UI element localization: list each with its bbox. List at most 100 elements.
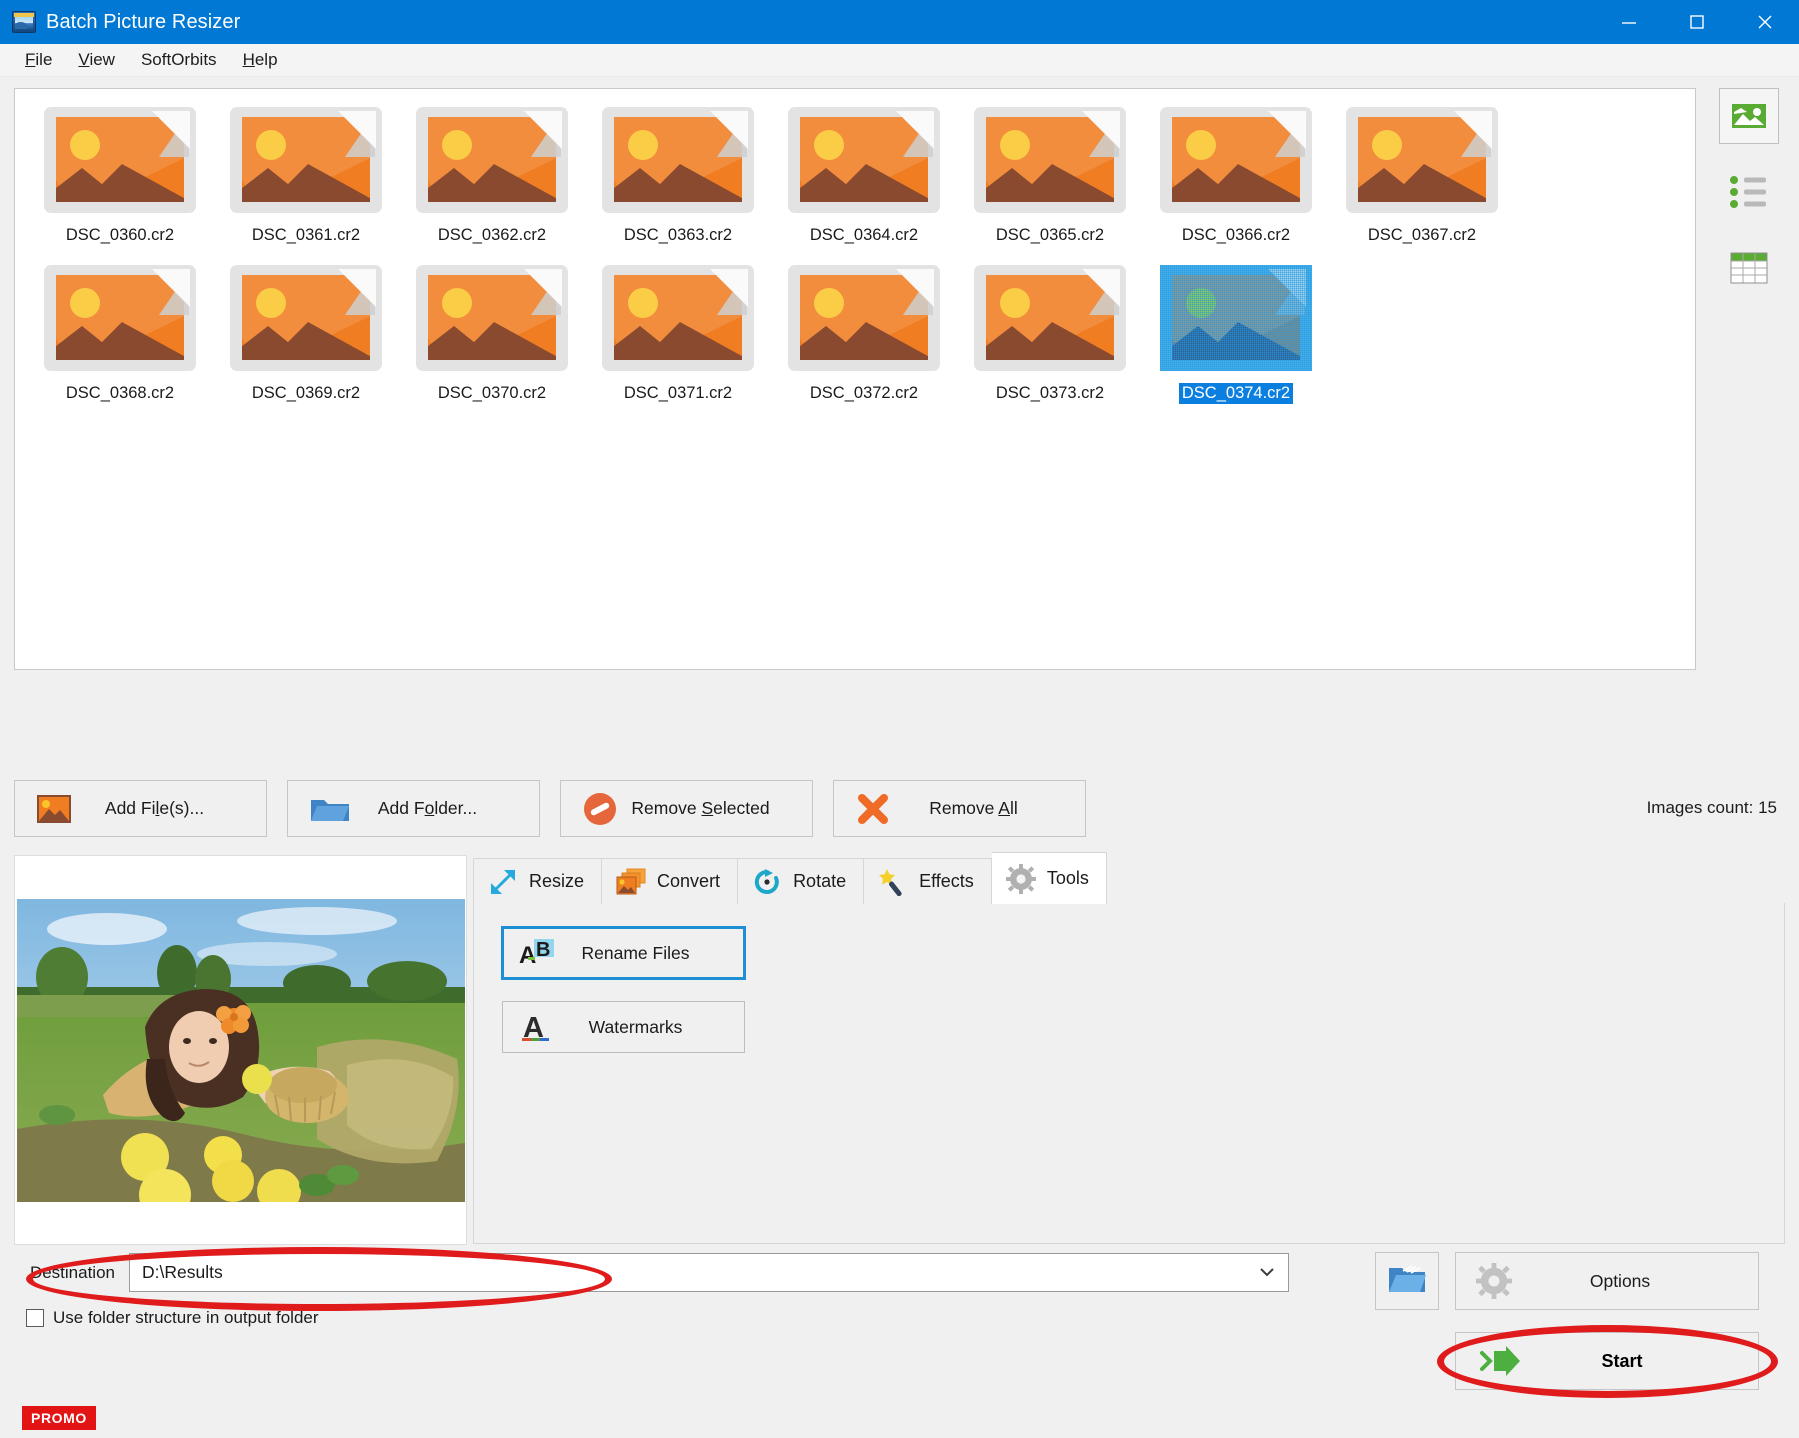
list-view-icon[interactable]	[1719, 164, 1779, 220]
thumbnail-filename: DSC_0361.cr2	[249, 225, 363, 246]
tools-tab-body: A B Rename Files A Watermarks	[473, 903, 1785, 1244]
thumbnail-filename: DSC_0371.cr2	[621, 383, 735, 404]
thumbnail-item[interactable]: DSC_0361.cr2	[213, 101, 399, 259]
image-placeholder-icon	[410, 263, 574, 373]
close-icon[interactable]	[1731, 0, 1799, 44]
image-placeholder-icon	[224, 105, 388, 215]
destination-input[interactable]: D:\Results	[129, 1253, 1289, 1292]
red-x-icon	[856, 792, 890, 826]
thumbnail-item[interactable]: DSC_0360.cr2	[27, 101, 213, 259]
watermarks-button[interactable]: A Watermarks	[502, 1001, 745, 1053]
thumbnail-item[interactable]: DSC_0362.cr2	[399, 101, 585, 259]
image-placeholder-icon	[1154, 105, 1318, 215]
minimize-icon[interactable]	[1595, 0, 1663, 44]
remove-all-button[interactable]: Remove All	[833, 780, 1086, 837]
convert-images-icon	[615, 867, 647, 897]
use-folder-structure-checkbox[interactable]	[26, 1309, 44, 1327]
settings-tabs-pane: Resize Convert R	[473, 855, 1785, 1245]
image-placeholder-icon	[968, 105, 1132, 215]
chevron-down-icon[interactable]	[1256, 1261, 1278, 1288]
browse-destination-button[interactable]	[1375, 1252, 1439, 1310]
details-view-icon[interactable]	[1719, 240, 1779, 296]
thumbnail-filename: DSC_0362.cr2	[435, 225, 549, 246]
thumbnail-item[interactable]: DSC_0371.cr2	[585, 259, 771, 417]
thumbnail-filename: DSC_0365.cr2	[993, 225, 1107, 246]
image-placeholder-icon	[224, 263, 388, 373]
remove-selected-button[interactable]: Remove Selected	[560, 780, 813, 837]
thumbnail-item[interactable]: DSC_0373.cr2	[957, 259, 1143, 417]
thumbnail-list-panel[interactable]: DSC_0360.cr2 DSC_0361.cr2 DSC_0362.cr2 DSC_…	[14, 88, 1696, 670]
image-placeholder-icon-selected	[1154, 263, 1318, 373]
menu-bar: File View SoftOrbits Help	[0, 44, 1799, 77]
view-mode-strip	[1713, 88, 1785, 316]
gear-icon	[1005, 864, 1037, 894]
thumbnail-filename: DSC_0373.cr2	[993, 383, 1107, 404]
thumbnail-item[interactable]: DSC_0369.cr2	[213, 259, 399, 417]
file-actions-toolbar: Add File(s)... Add Folder... Remove Sele…	[14, 780, 1086, 837]
menu-item-file[interactable]: File	[12, 47, 65, 73]
image-icon	[37, 795, 71, 823]
svg-text:B: B	[536, 939, 550, 961]
rename-ab-icon: A B	[519, 937, 555, 969]
destination-row: Destination D:\Results	[14, 1253, 1289, 1292]
image-placeholder-icon	[1340, 105, 1504, 215]
destination-value: D:\Results	[130, 1262, 223, 1283]
tab-rotate[interactable]: Rotate	[738, 858, 864, 904]
thumbnail-filename: DSC_0372.cr2	[807, 383, 921, 404]
tab-tools-label: Tools	[1047, 868, 1089, 889]
thumbnail-filename: DSC_0368.cr2	[63, 383, 177, 404]
tab-strip: Resize Convert R	[473, 855, 1785, 904]
start-button[interactable]: Start	[1455, 1332, 1759, 1390]
rotate-icon	[751, 867, 783, 897]
maximize-icon[interactable]	[1663, 0, 1731, 44]
image-placeholder-icon	[782, 263, 946, 373]
thumbnail-item[interactable]: DSC_0370.cr2	[399, 259, 585, 417]
options-button[interactable]: Options	[1455, 1252, 1759, 1310]
thumbnail-item[interactable]: DSC_0364.cr2	[771, 101, 957, 259]
image-preview-pane	[14, 855, 467, 1245]
image-placeholder-icon	[38, 263, 202, 373]
thumbnail-item[interactable]: DSC_0368.cr2	[27, 259, 213, 417]
svg-text:A: A	[519, 942, 536, 969]
folder-icon	[310, 794, 350, 824]
tab-resize[interactable]: Resize	[473, 858, 602, 904]
add-files-button[interactable]: Add File(s)...	[14, 780, 267, 837]
thumbnail-filename: DSC_0360.cr2	[63, 225, 177, 246]
image-placeholder-icon	[410, 105, 574, 215]
images-count-label: Images count: 15	[1647, 798, 1777, 818]
menu-item-help[interactable]: Help	[230, 47, 291, 73]
tab-convert[interactable]: Convert	[602, 858, 738, 904]
thumbnail-filename: DSC_0364.cr2	[807, 225, 921, 246]
thumbnail-filename: DSC_0366.cr2	[1179, 225, 1293, 246]
thumbnail-item[interactable]: DSC_0374.cr2	[1143, 259, 1329, 417]
promo-badge[interactable]: PROMO	[22, 1406, 96, 1430]
image-placeholder-icon	[782, 105, 946, 215]
thumbnail-filename: DSC_0367.cr2	[1365, 225, 1479, 246]
rename-files-button[interactable]: A B Rename Files	[502, 927, 745, 979]
image-placeholder-icon	[596, 263, 760, 373]
window-title: Batch Picture Resizer	[46, 11, 240, 34]
resize-arrows-icon	[487, 867, 519, 897]
image-placeholder-icon	[596, 105, 760, 215]
tab-rotate-label: Rotate	[793, 871, 846, 892]
thumbnail-filename: DSC_0374.cr2	[1179, 383, 1293, 404]
tab-tools[interactable]: Tools	[992, 852, 1107, 904]
thumbnail-item[interactable]: DSC_0365.cr2	[957, 101, 1143, 259]
open-folder-icon	[1387, 1263, 1427, 1300]
thumbnail-item[interactable]: DSC_0363.cr2	[585, 101, 771, 259]
thumbnail-item[interactable]: DSC_0367.cr2	[1329, 101, 1515, 259]
menu-item-softorbits[interactable]: SoftOrbits	[128, 47, 230, 73]
preview-photo	[17, 899, 465, 1202]
add-folder-button[interactable]: Add Folder...	[287, 780, 540, 837]
use-folder-structure-label: Use folder structure in output folder	[53, 1308, 319, 1328]
thumbnail-view-icon[interactable]	[1719, 88, 1779, 144]
tab-effects[interactable]: Effects	[864, 858, 992, 904]
thumbnail-item[interactable]: DSC_0372.cr2	[771, 259, 957, 417]
menu-item-view[interactable]: View	[65, 47, 128, 73]
destination-label: Destination	[14, 1263, 129, 1283]
use-folder-structure-row[interactable]: Use folder structure in output folder	[26, 1308, 319, 1328]
tab-convert-label: Convert	[657, 871, 720, 892]
no-entry-icon	[583, 792, 617, 826]
thumbnail-filename: DSC_0370.cr2	[435, 383, 549, 404]
thumbnail-item[interactable]: DSC_0366.cr2	[1143, 101, 1329, 259]
